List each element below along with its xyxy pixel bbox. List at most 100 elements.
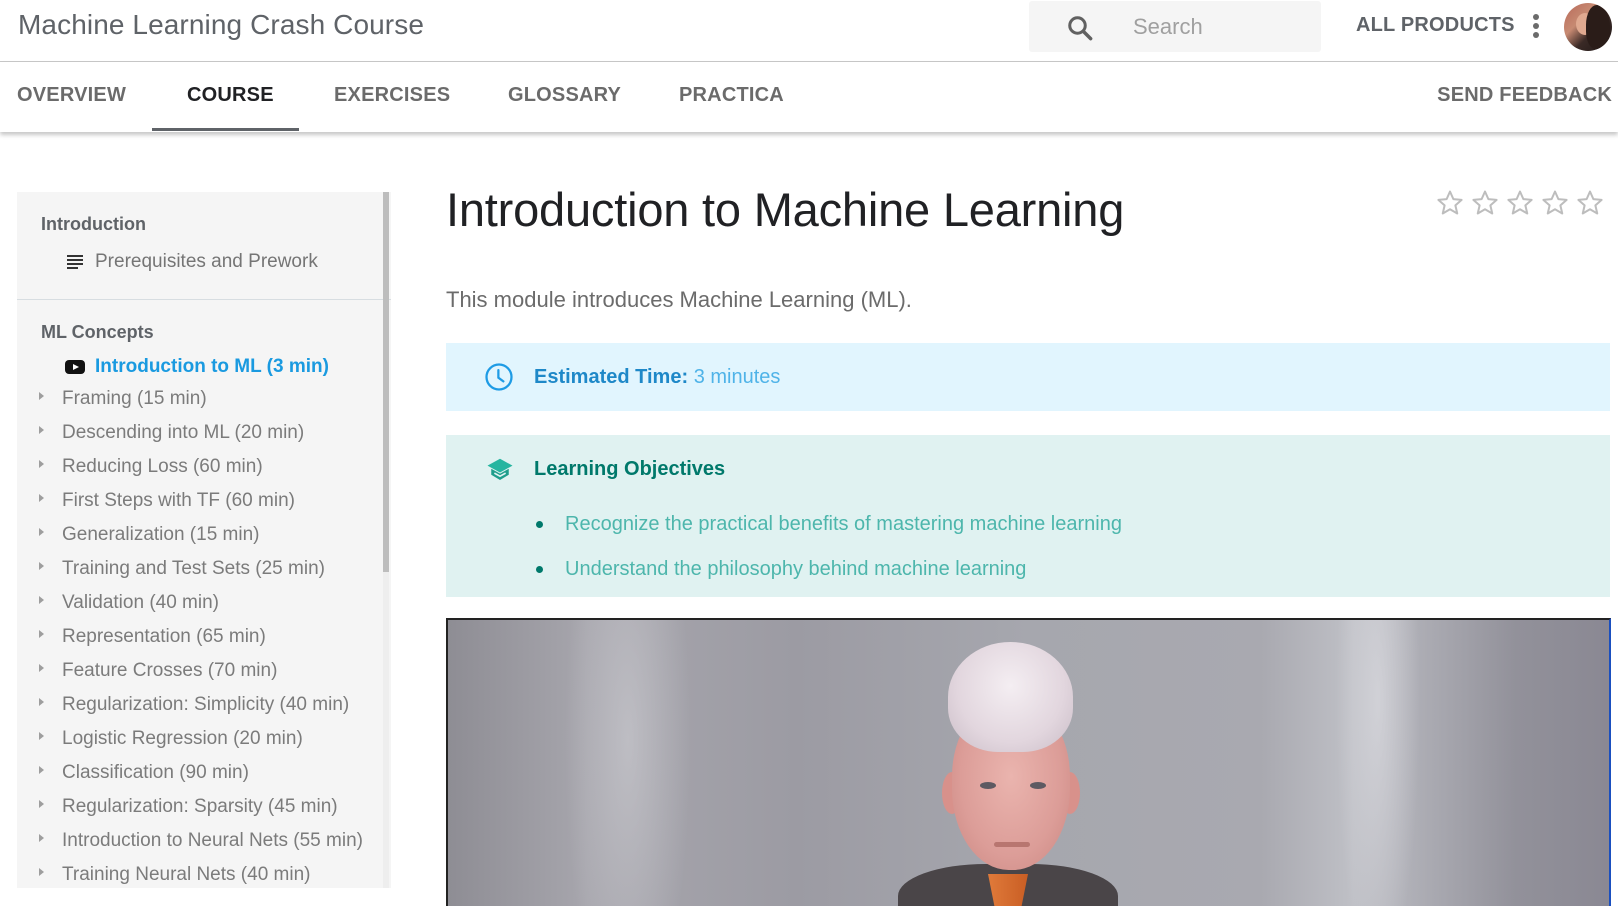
lesson-video-player[interactable] <box>446 618 1611 906</box>
vertical-dots-icon <box>1533 14 1539 20</box>
clock-icon <box>484 362 514 392</box>
estimated-time-label: Estimated Time: <box>534 366 688 388</box>
sidebar-topic-label: Representation (65 min) <box>62 626 266 648</box>
more-options-button[interactable] <box>1529 12 1543 42</box>
objective-item: Recognize the practical benefits of mast… <box>534 502 1122 547</box>
sidebar-topic[interactable]: Classification (90 min) <box>39 762 249 784</box>
vertical-dots-icon-dot <box>1533 32 1539 38</box>
sidebar-topic[interactable]: Representation (65 min) <box>39 626 266 648</box>
sidebar-divider <box>17 299 391 300</box>
youtube-play-icon <box>65 360 85 374</box>
caret-right-icon <box>39 664 44 672</box>
page-title: Introduction to Machine Learning <box>446 182 1124 237</box>
learning-objectives-list: Recognize the practical benefits of mast… <box>534 502 1122 592</box>
tab-practica[interactable]: PRACTICA <box>679 84 784 107</box>
caret-right-icon <box>39 630 44 638</box>
sidebar-topic-label: Validation (40 min) <box>62 592 219 614</box>
objective-text: Understand the philosophy behind machine… <box>565 558 1026 581</box>
site-title[interactable]: Machine Learning Crash Course <box>18 9 424 41</box>
sidebar-topic-label: Regularization: Sparsity (45 min) <box>62 796 338 818</box>
search-box[interactable] <box>1029 1 1321 52</box>
star-icon[interactable] <box>1435 188 1465 218</box>
instructor-eye <box>1030 782 1046 789</box>
objective-text: Recognize the practical benefits of mast… <box>565 513 1122 536</box>
star-icon[interactable] <box>1575 188 1605 218</box>
sidebar-topic[interactable]: Reducing Loss (60 min) <box>39 456 263 478</box>
tab-course[interactable]: COURSE <box>187 84 274 107</box>
sidebar-topic[interactable]: Training Neural Nets (40 min) <box>39 864 311 886</box>
sidebar-topic[interactable]: Descending into ML (20 min) <box>39 422 304 444</box>
sidebar-topic[interactable]: Validation (40 min) <box>39 592 219 614</box>
sidebar-topic-label: Logistic Regression (20 min) <box>62 728 303 750</box>
caret-right-icon <box>39 698 44 706</box>
bullet-icon <box>536 521 543 528</box>
tab-exercises[interactable]: EXERCISES <box>334 84 450 107</box>
sidebar-topic-label: Training and Test Sets (25 min) <box>62 558 325 580</box>
course-tabs: OVERVIEW COURSE EXERCISES GLOSSARY PRACT… <box>0 62 1618 132</box>
caret-right-icon <box>39 562 44 570</box>
sidebar-topic-label: Descending into ML (20 min) <box>62 422 304 444</box>
instructor-hair <box>948 642 1073 752</box>
objective-item: Understand the philosophy behind machine… <box>534 547 1122 592</box>
caret-right-icon <box>39 596 44 604</box>
sidebar-topic[interactable]: Logistic Regression (20 min) <box>39 728 303 750</box>
caret-right-icon <box>39 732 44 740</box>
active-tab-indicator <box>152 128 299 131</box>
sidebar-item-prerequisites[interactable]: Prerequisites and Prework <box>67 251 318 273</box>
vertical-dots-icon-dot <box>1533 23 1539 29</box>
all-products-link[interactable]: ALL PRODUCTS <box>1356 14 1515 37</box>
caret-right-icon <box>39 460 44 468</box>
course-sidebar: Introduction Prerequisites and Prework M… <box>17 192 391 888</box>
sidebar-topic-label: Training Neural Nets (40 min) <box>62 864 311 886</box>
sidebar-item-label: Prerequisites and Prework <box>95 251 318 273</box>
sidebar-heading-ml-concepts: ML Concepts <box>41 322 154 343</box>
sidebar-topic-label: Classification (90 min) <box>62 762 249 784</box>
star-rating[interactable] <box>1435 188 1605 218</box>
estimated-time-box: Estimated Time: 3 minutes <box>446 343 1610 411</box>
sidebar-topic-label: Generalization (15 min) <box>62 524 259 546</box>
sidebar-topic-label: Feature Crosses (70 min) <box>62 660 277 682</box>
graduation-cap-icon <box>484 455 516 485</box>
instructor-eye <box>980 782 996 789</box>
star-icon[interactable] <box>1470 188 1500 218</box>
sidebar-topic[interactable]: First Steps with TF (60 min) <box>39 490 295 512</box>
search-icon[interactable] <box>1065 13 1095 43</box>
tab-glossary[interactable]: GLOSSARY <box>508 84 621 107</box>
document-lines-icon <box>67 255 83 269</box>
send-feedback-button[interactable]: SEND FEEDBACK <box>1437 84 1612 107</box>
estimated-time-value: 3 minutes <box>694 366 781 388</box>
sidebar-scrollbar-thumb[interactable] <box>383 192 389 572</box>
estimated-time-text: Estimated Time: 3 minutes <box>534 366 780 389</box>
sidebar-topic-label: First Steps with TF (60 min) <box>62 490 295 512</box>
sidebar-topic[interactable]: Training and Test Sets (25 min) <box>39 558 325 580</box>
caret-right-icon <box>39 766 44 774</box>
bullet-icon <box>536 566 543 573</box>
sidebar-topic[interactable]: Framing (15 min) <box>39 388 207 410</box>
avatar[interactable] <box>1564 3 1612 51</box>
caret-right-icon <box>39 834 44 842</box>
sidebar-topic[interactable]: Generalization (15 min) <box>39 524 259 546</box>
sidebar-item-introduction-to-ml[interactable]: Introduction to ML (3 min) <box>65 356 329 378</box>
caret-right-icon <box>39 868 44 876</box>
sidebar-topic-label: Reducing Loss (60 min) <box>62 456 263 478</box>
sidebar-topic[interactable]: Regularization: Sparsity (45 min) <box>39 796 338 818</box>
avatar-hair <box>1586 5 1610 49</box>
caret-right-icon <box>39 494 44 502</box>
learning-objectives-heading: Learning Objectives <box>534 458 725 481</box>
search-input[interactable] <box>1133 9 1303 45</box>
instructor-video-frame <box>918 642 1098 906</box>
star-icon[interactable] <box>1540 188 1570 218</box>
tab-overview[interactable]: OVERVIEW <box>17 84 126 107</box>
caret-right-icon <box>39 426 44 434</box>
module-intro-text: This module introduces Machine Learning … <box>446 287 912 313</box>
sidebar-item-label: Introduction to ML (3 min) <box>95 356 329 378</box>
caret-right-icon <box>39 800 44 808</box>
top-app-bar: Machine Learning Crash Course ALL PRODUC… <box>0 0 1618 62</box>
sidebar-topic[interactable]: Introduction to Neural Nets (55 min) <box>39 830 363 852</box>
sidebar-topic[interactable]: Regularization: Simplicity (40 min) <box>39 694 349 716</box>
caret-right-icon <box>39 528 44 536</box>
sidebar-topic[interactable]: Feature Crosses (70 min) <box>39 660 277 682</box>
star-icon[interactable] <box>1505 188 1535 218</box>
learning-objectives-box: Learning Objectives Recognize the practi… <box>446 435 1610 597</box>
instructor-collar <box>988 874 1028 906</box>
